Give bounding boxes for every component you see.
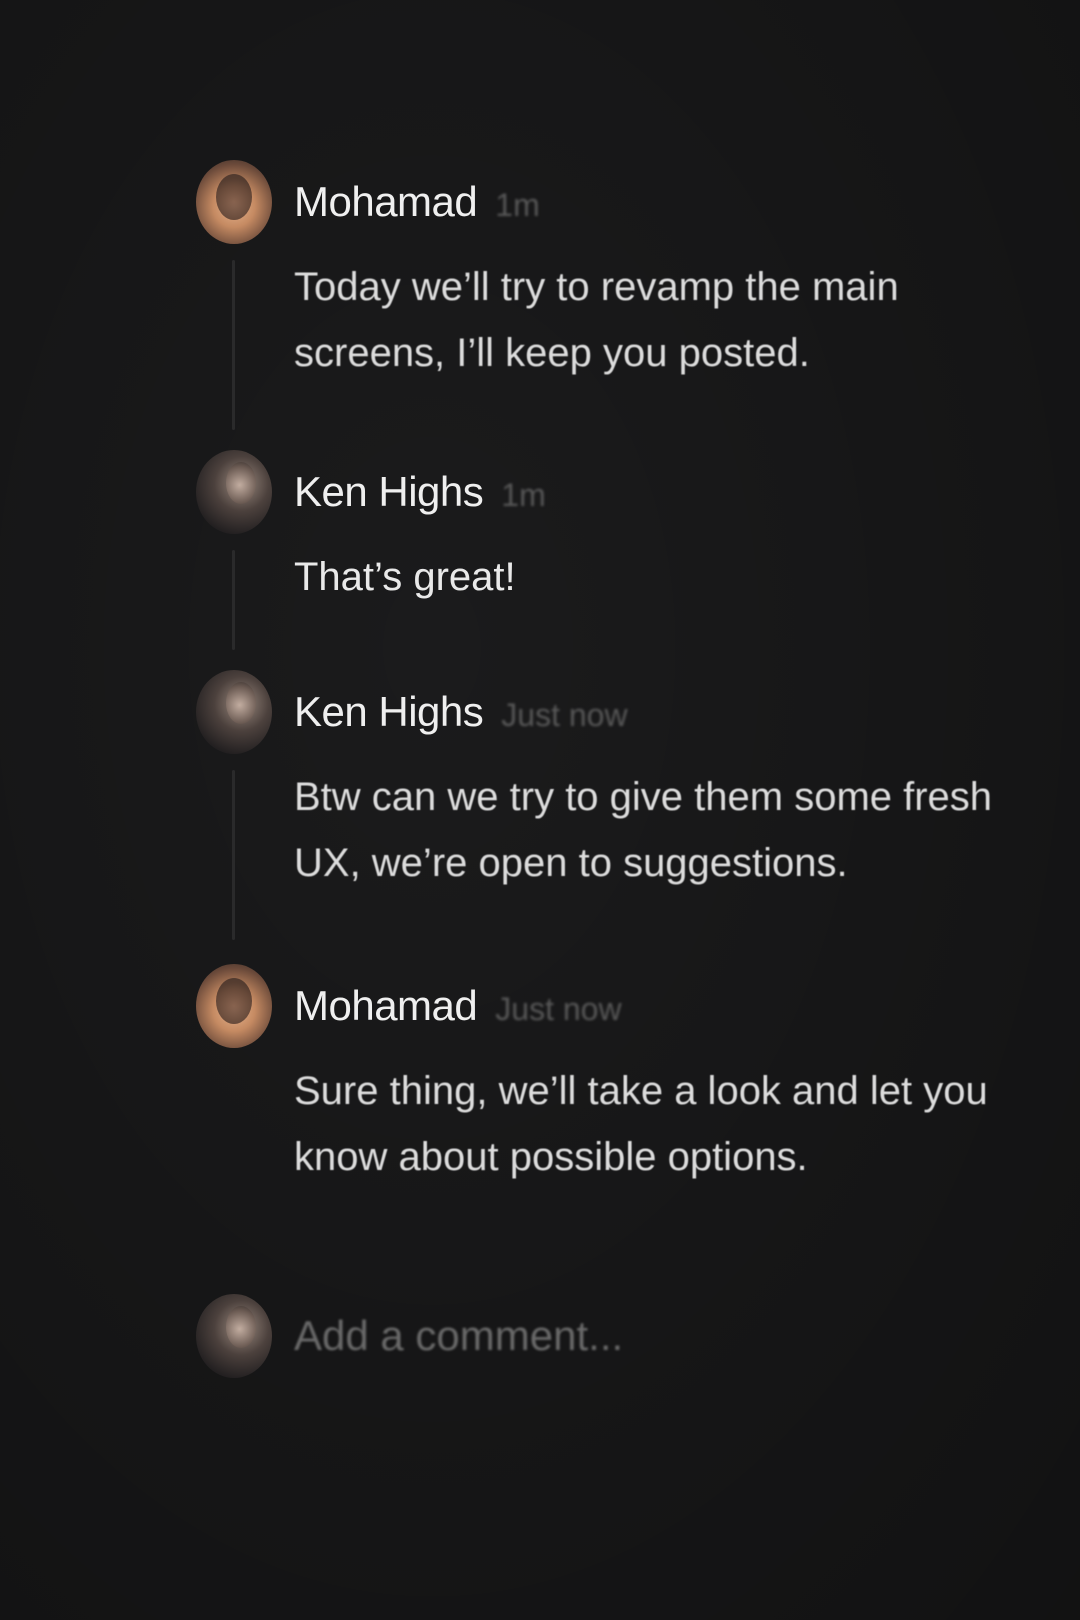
avatar	[196, 1294, 272, 1378]
comment-item: Ken Highs 1m That’s great!	[196, 450, 1036, 670]
comment-author[interactable]: Ken Highs	[294, 468, 484, 516]
avatar-column	[196, 670, 272, 964]
avatar[interactable]	[196, 964, 272, 1048]
comment-author[interactable]: Mohamad	[294, 178, 478, 226]
comment-header: Ken Highs 1m	[294, 468, 994, 516]
avatar-column	[196, 160, 272, 450]
comment-body-line: Btw can we try to give them some fresh	[294, 775, 993, 819]
comment-timestamp: Just now	[501, 697, 628, 733]
comment-header: Ken Highs Just now	[294, 688, 994, 736]
avatar-photo	[226, 682, 256, 724]
add-comment-input[interactable]	[294, 1312, 1014, 1360]
comment-item: Ken Highs Just now Btw can we try to giv…	[196, 670, 1036, 964]
comment-body: That’s great!	[294, 544, 994, 610]
comment-composer	[196, 1294, 1014, 1378]
avatar[interactable]	[196, 670, 272, 754]
avatar-column	[196, 964, 272, 1254]
thread-connector-line	[232, 770, 235, 940]
comment-timestamp: 1m	[501, 477, 546, 513]
comment-content: Ken Highs 1m That’s great!	[294, 450, 994, 670]
comment-content: Ken Highs Just now Btw can we try to giv…	[294, 670, 994, 964]
comment-body-line: Today we’ll try to revamp the main	[294, 265, 899, 309]
comment-thread: Mohamad 1m Today we’ll try to revamp the…	[196, 160, 1036, 1254]
comment-body: Today we’ll try to revamp the main scree…	[294, 254, 994, 386]
avatar-photo	[216, 978, 252, 1024]
comment-body: Btw can we try to give them some fresh U…	[294, 764, 994, 896]
avatar-photo	[226, 462, 256, 504]
comment-header: Mohamad 1m	[294, 178, 994, 226]
comment-author[interactable]: Mohamad	[294, 982, 478, 1030]
comment-body-line: Sure thing, we’ll take a look and let yo…	[294, 1069, 988, 1113]
avatar-photo	[216, 174, 252, 220]
comment-body-line: know about possible options.	[294, 1135, 808, 1179]
comment-item: Mohamad Just now Sure thing, we’ll take …	[196, 964, 1036, 1254]
comment-body-line: UX, we’re open to suggestions.	[294, 841, 848, 885]
thread-connector-line	[232, 550, 235, 650]
comment-header: Mohamad Just now	[294, 982, 994, 1030]
comment-body: Sure thing, we’ll take a look and let yo…	[294, 1058, 994, 1190]
comment-item: Mohamad 1m Today we’ll try to revamp the…	[196, 160, 1036, 450]
avatar-column	[196, 450, 272, 670]
comment-body-line: screens, I’ll keep you posted.	[294, 331, 810, 375]
comment-timestamp: Just now	[495, 991, 622, 1027]
avatar[interactable]	[196, 160, 272, 244]
thread-connector-line	[232, 260, 235, 430]
comment-author[interactable]: Ken Highs	[294, 688, 484, 736]
comment-content: Mohamad Just now Sure thing, we’ll take …	[294, 964, 994, 1254]
comment-timestamp: 1m	[495, 187, 540, 223]
comment-body-line: That’s great!	[294, 555, 516, 599]
avatar[interactable]	[196, 450, 272, 534]
comment-content: Mohamad 1m Today we’ll try to revamp the…	[294, 160, 994, 450]
avatar-photo	[226, 1306, 256, 1348]
